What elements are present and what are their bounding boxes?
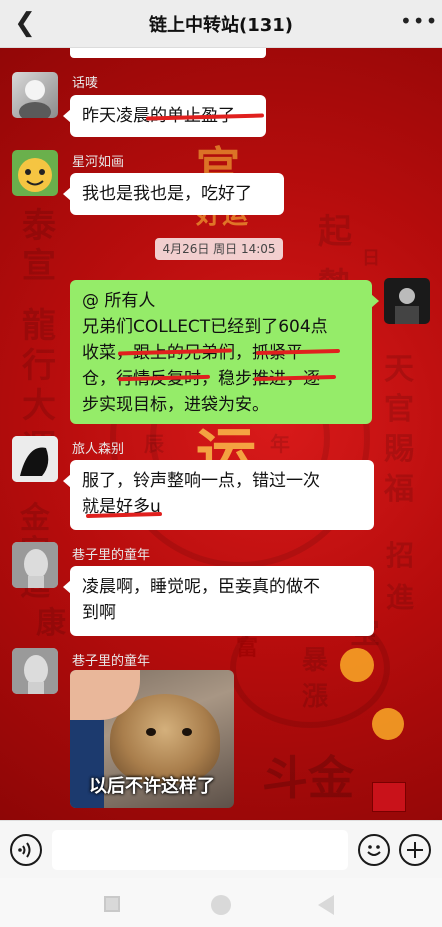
home-circle-icon[interactable] (211, 895, 231, 915)
background-char: 起 (318, 212, 352, 252)
sender-name: 巷子里的童年 (72, 654, 151, 669)
message-line: @ 所有人 (82, 291, 156, 311)
message-input[interactable] (52, 830, 348, 870)
dog-eye (182, 728, 192, 736)
background-char: 暴 (302, 646, 329, 676)
avatar[interactable] (12, 542, 58, 588)
message-line: 到啊 (82, 603, 116, 623)
cat-face-icon (18, 158, 52, 192)
avatar-figure-icon (12, 436, 58, 482)
background-char: 辰 (144, 432, 164, 456)
plus-icon[interactable] (399, 834, 431, 866)
chat-title: 链上中转站(131) (148, 14, 294, 36)
statue-head-icon (12, 542, 58, 588)
timestamp: 4月26日 周日 14:05 (155, 238, 283, 260)
emoji-icon[interactable] (358, 834, 390, 866)
gold-coin (340, 648, 374, 682)
voice-icon[interactable] (10, 834, 42, 866)
more-dots-icon[interactable]: ••• (400, 8, 437, 38)
message-bubble[interactable]: 我也是我也是，吃好了 (63, 173, 284, 215)
avatar[interactable] (12, 648, 58, 694)
plus-glyph (407, 842, 423, 858)
message-line: 服了，铃声整响一点，错过一次 (82, 471, 320, 491)
chat-area[interactable]: 泰 宣 龍 行 大 運 金 家 進 康 起 勢 日 天 官 賜 福 招 進 宝 … (0, 48, 442, 820)
background-gold-char: 斗金 (262, 751, 354, 805)
background-char: 漲 (302, 682, 329, 712)
message-text: 我也是我也是，吃好了 (82, 184, 252, 204)
background-char: 日 (362, 248, 380, 269)
background-char: 官 (384, 392, 414, 427)
red-seal (372, 782, 406, 812)
avatar[interactable] (384, 278, 430, 324)
image-message[interactable]: 以后不许这样了 (70, 670, 234, 808)
background-char: 宣 (22, 246, 56, 286)
message-line: 凌晨啊，睡觉呢，臣妾真的做不 (82, 577, 320, 597)
message-bubble[interactable]: 服了，铃声整响一点，错过一次 就是好多u (63, 460, 374, 530)
chevron-left-icon[interactable]: ❮ (10, 8, 40, 38)
smile-glyph (367, 845, 381, 856)
background-char: 招 (386, 539, 415, 572)
message-line: 步实现目标，进袋为安。 (82, 395, 269, 415)
message-line: 兄弟们COLLECT已经到了604点 (82, 317, 328, 337)
background-char: 賜 (384, 432, 414, 467)
statue-head-icon (12, 648, 58, 694)
recents-square-icon[interactable] (104, 896, 120, 912)
background-char: 福 (384, 472, 414, 507)
avatar-figure-icon (19, 80, 51, 118)
avatar[interactable] (12, 150, 58, 196)
avatar[interactable] (12, 72, 58, 118)
sender-name: 旅人森别 (72, 442, 125, 457)
title-bar: ❮ 链上中转站(131) ••• (0, 0, 442, 48)
image-caption: 以后不许这样了 (89, 776, 215, 797)
message-bubble[interactable]: 凌晨啊，睡觉呢，臣妾真的做不 到啊 (63, 566, 374, 636)
background-char: 天 (384, 352, 414, 387)
sender-name: 星河如画 (72, 155, 125, 170)
avatar-figure-icon (395, 288, 419, 324)
background-char: 進 (386, 581, 415, 614)
system-navigation-bar (0, 878, 442, 927)
background-char: 康 (36, 606, 66, 641)
voice-waves-glyph (18, 842, 31, 858)
background-char: 年 (270, 432, 290, 456)
sender-name: 巷子里的童年 (72, 548, 151, 563)
input-bar (0, 820, 442, 878)
avatar[interactable] (12, 436, 58, 482)
gold-coin (372, 708, 404, 740)
dog-eye (146, 728, 156, 736)
back-triangle-icon[interactable] (318, 895, 334, 915)
sender-name: 话唛 (72, 76, 99, 91)
previous-message-bubble[interactable] (70, 48, 266, 58)
